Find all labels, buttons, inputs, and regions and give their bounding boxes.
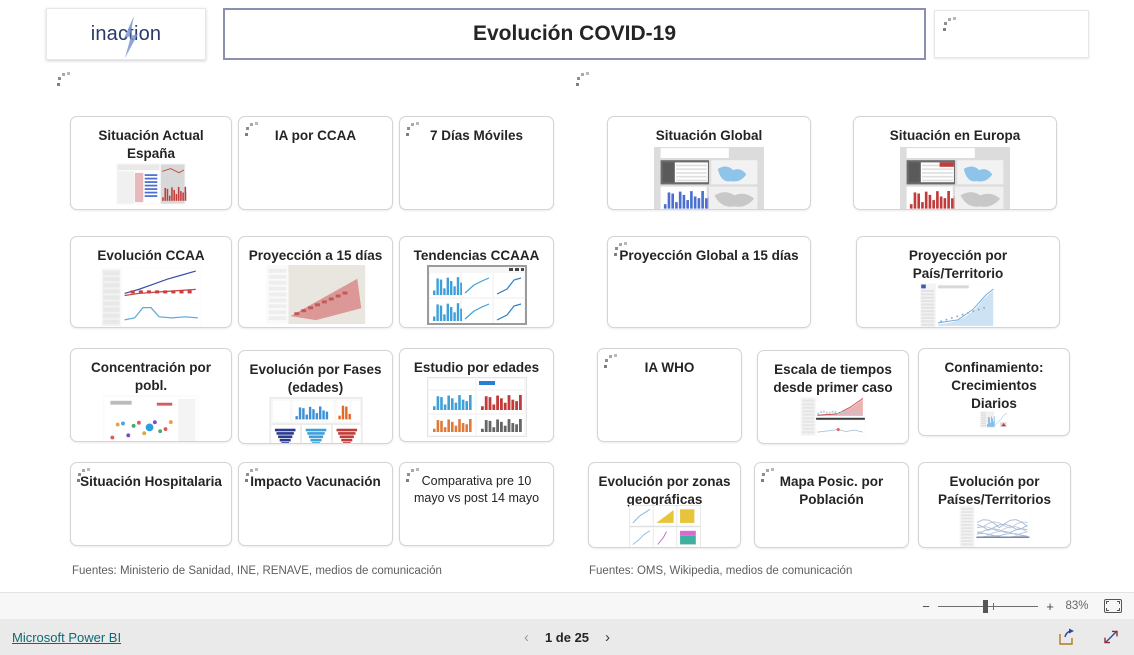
report-card-label: Evolución por Fases (edades) — [249, 362, 382, 396]
share-icon[interactable] — [1058, 628, 1076, 646]
report-card[interactable]: Situación en Europa — [853, 116, 1057, 210]
report-card[interactable]: Situación Global — [607, 116, 811, 210]
report-canvas: inaction Evolución COVID-19 Situación Ac… — [0, 0, 1134, 592]
report-card-thumbnail — [918, 283, 998, 327]
powerbi-report-viewer: inaction Evolución COVID-19 Situación Ac… — [0, 0, 1134, 655]
report-card-label: Situación Actual España — [98, 128, 204, 162]
zoom-level-value: 83% — [1065, 600, 1089, 612]
report-card-label: IA WHO — [644, 360, 695, 375]
report-card-label: Escala de tiempos desde primer caso — [773, 362, 893, 396]
report-card-thumbnail — [958, 505, 1032, 547]
report-card[interactable]: Concentración por pobl. — [70, 348, 232, 442]
report-card[interactable]: Evolución CCAA — [70, 236, 232, 328]
report-card-label: Concentración por pobl. — [90, 360, 211, 394]
zoom-toolbar: − + 83% — [0, 592, 1134, 619]
report-card-label: Confinamiento: Crecimientos Diarios — [944, 360, 1044, 412]
report-card-thumbnail — [898, 147, 1012, 209]
report-card-thumbnail — [425, 265, 529, 327]
report-card-thumbnail — [265, 265, 367, 327]
report-card-label: 7 Días Móviles — [429, 128, 524, 143]
page-title: Evolución COVID-19 — [472, 22, 677, 45]
logo-wrap: inaction — [91, 15, 162, 58]
report-card-thumbnail — [98, 267, 204, 327]
zoom-slider-track — [938, 605, 1038, 607]
report-card-label: Comparativa pre 10 mayo vs post 14 mayo — [413, 474, 540, 505]
report-card-label: Impacto Vacunación — [250, 474, 381, 489]
report-card[interactable]: Estudio por edades — [399, 348, 554, 442]
report-card[interactable]: Situación Hospitalaria — [70, 462, 232, 546]
report-card-label: Evolución CCAA — [97, 248, 205, 263]
report-card[interactable]: Proyección a 15 días — [238, 236, 393, 328]
report-card-label: Estudio por edades — [413, 360, 540, 375]
report-card[interactable]: IA por CCAA — [238, 116, 393, 210]
fit-to-page-icon[interactable] — [1104, 599, 1122, 613]
left-source-text: Fuentes: Ministerio de Sanidad, INE, REN… — [72, 565, 442, 577]
report-card-thumbnail — [268, 397, 364, 443]
previous-page-button[interactable]: ‹ — [524, 629, 529, 646]
zoom-slider[interactable] — [938, 599, 1038, 613]
zoom-out-button[interactable]: − — [918, 599, 934, 614]
report-card-label: Proyección Global a 15 días — [619, 248, 799, 263]
report-card[interactable]: Mapa Posic. por Población — [754, 462, 909, 548]
report-card[interactable]: Proyección por País/Territorio — [856, 236, 1060, 328]
loading-spinner-icon — [943, 17, 959, 33]
report-card-thumbnail — [979, 411, 1009, 433]
report-card[interactable]: IA WHO — [597, 348, 742, 442]
report-card-thumbnail — [628, 505, 702, 547]
company-logo-card[interactable]: inaction — [46, 8, 206, 60]
status-bar-icons — [1058, 628, 1120, 646]
report-card-thumbnail — [101, 395, 201, 441]
report-card-label: Tendencias CCAAA — [413, 248, 540, 263]
report-card[interactable]: Tendencias CCAAA — [399, 236, 554, 328]
report-card[interactable]: Proyección Global a 15 días — [607, 236, 811, 328]
report-title-card: Evolución COVID-19 — [223, 8, 926, 60]
fullscreen-icon[interactable] — [1102, 628, 1120, 646]
report-card-thumbnail — [799, 397, 867, 441]
page-navigation: ‹ 1 de 25 › — [524, 629, 610, 646]
status-bar: Microsoft Power BI ‹ 1 de 25 › — [0, 619, 1134, 655]
report-card-label: Evolución por zonas geográficas — [598, 474, 731, 508]
report-card[interactable]: Comparativa pre 10 mayo vs post 14 mayo — [399, 462, 554, 546]
report-card-label: IA por CCAA — [274, 128, 357, 143]
loading-spinner-icon — [576, 72, 592, 88]
empty-visual-card[interactable] — [934, 10, 1089, 58]
report-card[interactable]: Impacto Vacunación — [238, 462, 393, 546]
zoom-slider-handle[interactable] — [983, 599, 988, 613]
report-card-label: Evolución por Países/Territorios — [937, 474, 1052, 508]
report-card[interactable]: Confinamiento: Crecimientos Diarios — [918, 348, 1070, 436]
report-card[interactable]: 7 Días Móviles — [399, 116, 554, 210]
next-page-button[interactable]: › — [605, 629, 610, 646]
report-card-label: Situación en Europa — [889, 128, 1021, 143]
report-card-label: Mapa Posic. por Población — [779, 474, 884, 508]
zoom-slider-tick — [993, 602, 994, 610]
report-card-label: Situación Global — [655, 128, 763, 143]
powerbi-link[interactable]: Microsoft Power BI — [12, 630, 121, 645]
report-card[interactable]: Escala de tiempos desde primer caso — [757, 350, 909, 444]
report-card-thumbnail — [425, 377, 529, 441]
report-card-label: Situación Hospitalaria — [80, 474, 222, 489]
report-card[interactable]: Situación Actual España — [70, 116, 232, 210]
report-card[interactable]: Evolución por Países/Territorios — [918, 462, 1071, 548]
report-card[interactable]: Evolución por zonas geográficas — [588, 462, 741, 548]
report-card-label: Proyección por País/Territorio — [908, 248, 1008, 282]
page-indicator: 1 de 25 — [544, 629, 590, 645]
right-source-text: Fuentes: OMS, Wikipedia, medios de comun… — [589, 565, 853, 577]
report-card-label: Proyección a 15 días — [248, 248, 383, 263]
report-card-thumbnail — [115, 163, 189, 209]
zoom-in-button[interactable]: + — [1042, 599, 1058, 614]
report-card-thumbnail — [652, 147, 766, 209]
lightning-bolt-icon — [123, 15, 138, 58]
loading-spinner-icon — [57, 72, 73, 88]
report-card[interactable]: Evolución por Fases (edades) — [238, 350, 393, 444]
